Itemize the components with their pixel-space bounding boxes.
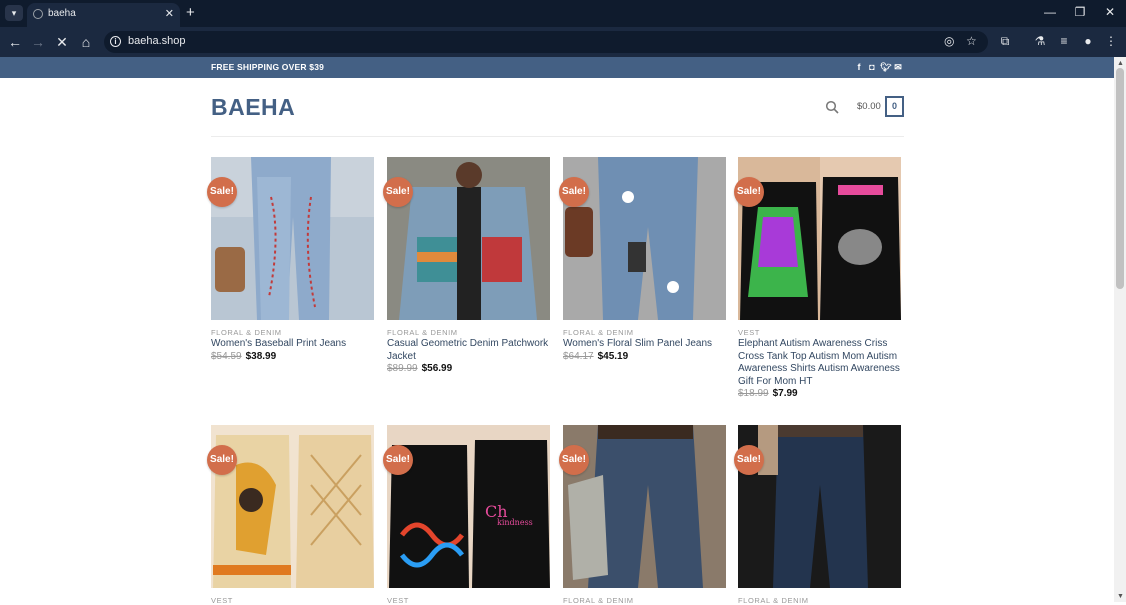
sale-price: $45.19 [597,351,629,362]
menu-icon[interactable]: ⋮ [1103,34,1119,48]
scroll-up-icon[interactable]: ▲ [1117,60,1124,67]
product-price: $54.59 $38.99 [211,351,276,362]
product-name[interactable]: Elephant Autism Awareness Criss Cross Ta… [738,338,901,388]
sale-badge: Sale! [734,445,764,475]
product-category[interactable]: FLORAL & DENIM [211,328,282,337]
product-name[interactable]: Women's Baseball Print Jeans [211,338,374,351]
forward-icon[interactable]: → [29,33,47,51]
shipping-notice: FREE SHIPPING OVER $39 [211,62,325,72]
media-icon[interactable]: ≡ [1056,34,1072,48]
product-category[interactable]: VEST [387,596,409,605]
sale-badge: Sale! [207,445,237,475]
address-bar[interactable]: i baeha.shop ◎ ☆ [104,31,988,53]
product-image[interactable] [387,157,550,320]
product-image[interactable] [563,157,726,320]
new-tab-icon[interactable]: + [186,4,195,21]
sale-badge: Sale! [559,177,589,207]
product-category[interactable]: VEST [738,328,760,337]
product-category[interactable]: FLORAL & DENIM [563,328,634,337]
tab-title: baeha [48,8,76,19]
labs-icon[interactable]: ⚗ [1032,34,1048,48]
sale-badge: Sale! [383,445,413,475]
email-icon[interactable]: ✉ [893,62,903,73]
sale-badge: Sale! [734,177,764,207]
product-price: $64.17 $45.19 [563,351,628,362]
product-category[interactable]: FLORAL & DENIM [563,596,634,605]
url-text[interactable]: baeha.shop [128,35,186,47]
product-image[interactable] [738,157,901,320]
site-logo[interactable]: BAEHA [211,94,295,121]
restore-icon[interactable]: ❐ [1070,5,1090,19]
scroll-down-icon[interactable]: ▼ [1117,593,1124,600]
scrollbar-thumb[interactable] [1116,68,1124,289]
product-name[interactable]: Casual Geometric Denim Patchwork Jacket [387,338,550,363]
old-price: $54.59 [211,351,242,362]
sale-badge: Sale! [383,177,413,207]
old-price: $64.17 [563,351,594,362]
product-name[interactable]: Women's Floral Slim Panel Jeans [563,338,726,351]
product-price: $89.99 $56.99 [387,363,452,374]
browser-toolbar: ← → ✕ ⌂ i baeha.shop ◎ ☆ ⧉ ⚗ ≡ ● ⋮ [0,27,1126,57]
product-category[interactable]: FLORAL & DENIM [387,328,458,337]
close-icon[interactable]: ✕ [165,7,174,20]
tab-favicon-icon [33,9,43,19]
eye-off-icon[interactable]: ◎ [944,34,954,48]
window-close-icon[interactable]: ✕ [1100,5,1120,19]
header-divider [211,136,904,137]
sale-badge: Sale! [207,177,237,207]
product-price: $18.99 $7.99 [738,388,798,399]
cart-count-icon[interactable]: 0 [885,96,904,117]
product-image[interactable] [738,425,901,588]
product-image[interactable] [211,425,374,588]
product-image[interactable] [563,425,726,588]
site-info-icon[interactable]: i [110,36,121,47]
star-icon[interactable]: ☆ [966,34,977,48]
product-image[interactable] [211,157,374,320]
twitter-icon[interactable]: 🐦︎ [880,62,891,73]
sale-badge: Sale! [559,445,589,475]
search-icon[interactable] [825,100,839,114]
old-price: $18.99 [738,388,769,399]
facebook-icon[interactable]: f [854,62,864,72]
sale-price: $7.99 [772,388,798,399]
product-image[interactable]: Ch kindness [387,425,550,588]
product-category[interactable]: VEST [211,596,233,605]
sale-price: $56.99 [421,363,453,374]
instagram-icon[interactable]: ◘ [867,62,877,72]
tab-search-icon[interactable]: ▾ [5,5,23,21]
minimize-icon[interactable]: — [1040,5,1060,19]
back-icon[interactable]: ← [6,33,24,51]
cart-amount[interactable]: $0.00 [857,101,881,112]
page-scrollbar[interactable]: ▲ ▼ [1114,57,1126,602]
old-price: $89.99 [387,363,418,374]
sale-price: $38.99 [245,351,277,362]
product-category[interactable]: FLORAL & DENIM [738,596,809,605]
top-announcement-bar: FREE SHIPPING OVER $39 f ◘ 🐦︎ ✉ [0,57,1114,78]
stop-icon[interactable]: ✕ [53,33,71,51]
browser-tab[interactable]: baeha ✕ [27,3,180,27]
home-icon[interactable]: ⌂ [77,33,95,51]
extensions-icon[interactable]: ⧉ [997,34,1013,49]
svg-text:kindness: kindness [497,518,533,527]
site-header: BAEHA $0.00 0 [0,78,1114,138]
browser-tab-bar: ▾ baeha ✕ + — ❐ ✕ [0,0,1126,27]
profile-icon[interactable]: ● [1080,34,1096,48]
